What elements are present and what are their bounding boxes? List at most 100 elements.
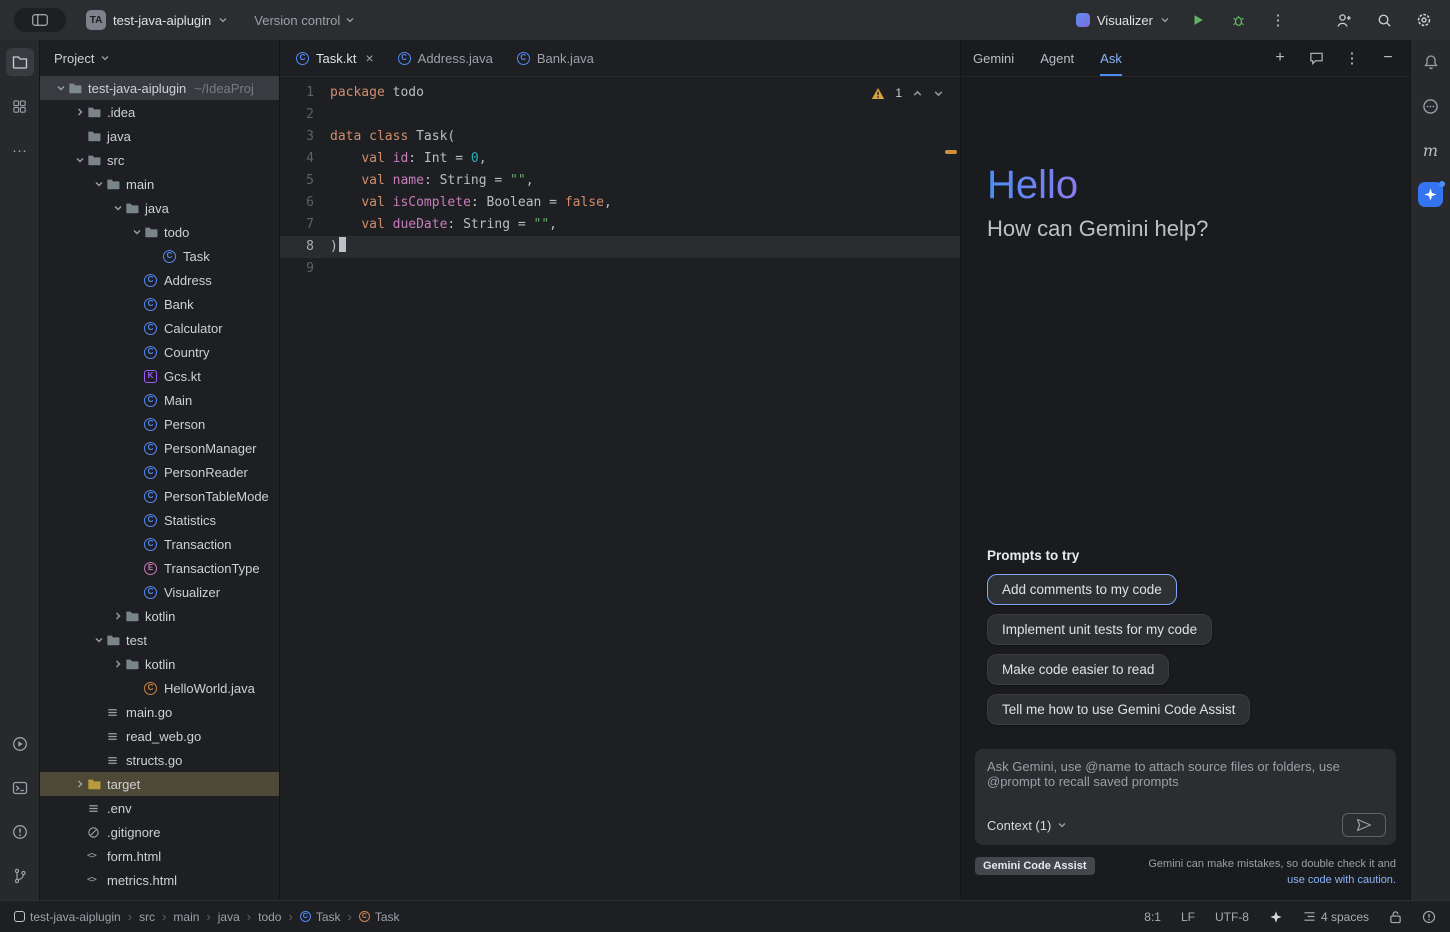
tree-item-statistics[interactable]: CStatistics (40, 508, 279, 532)
tree-item-read-web-go[interactable]: read_web.go (40, 724, 279, 748)
chevron-down-icon[interactable] (56, 83, 66, 93)
settings-button[interactable] (1412, 8, 1436, 32)
line-separator-widget[interactable]: LF (1181, 910, 1195, 924)
tree-item-gitignore[interactable]: .gitignore (40, 820, 279, 844)
hide-panel-button[interactable]: − (1378, 48, 1398, 68)
scrollbar-warning-marker[interactable] (945, 150, 957, 154)
prompt-chip-tell-me-how-to-use-gemini-code-assist[interactable]: Tell me how to use Gemini Code Assist (987, 694, 1250, 725)
run-config-selector[interactable]: Visualizer (1076, 13, 1170, 28)
gemini-tab-agent[interactable]: Agent (1040, 40, 1074, 76)
tree-item-visualizer[interactable]: CVisualizer (40, 580, 279, 604)
tool-services-button[interactable] (6, 730, 34, 758)
new-chat-button[interactable]: + (1270, 48, 1290, 68)
prompt-chip-add-comments-to-my-code[interactable]: Add comments to my code (987, 574, 1177, 605)
breadcrumb-src[interactable]: src (139, 910, 155, 924)
tree-item-env[interactable]: .env (40, 796, 279, 820)
tool-problems-button[interactable] (6, 818, 34, 846)
invite-user-button[interactable] (1332, 8, 1356, 32)
chevron-up-icon[interactable] (912, 88, 923, 99)
code-editor[interactable]: 1package todo23data class Task(4 val id:… (280, 77, 960, 900)
gemini-input[interactable] (975, 749, 1396, 805)
tree-item-gcs-kt[interactable]: KGcs.kt (40, 364, 279, 388)
chevron-down-icon[interactable] (94, 179, 104, 189)
problems-widget[interactable] (1422, 910, 1436, 924)
chevron-right-icon[interactable] (75, 779, 85, 789)
gemini-tab-ask[interactable]: Ask (1100, 40, 1122, 76)
disclaimer-link[interactable]: use code with caution. (1287, 874, 1396, 886)
ai-status-widget[interactable] (1269, 910, 1283, 924)
tree-item-kotlin[interactable]: kotlin (40, 652, 279, 676)
tree-item-personreader[interactable]: CPersonReader (40, 460, 279, 484)
tree-item-kotlin[interactable]: kotlin (40, 604, 279, 628)
chevron-down-icon[interactable] (100, 53, 110, 63)
editor-tab-address-java[interactable]: CAddress.java (386, 40, 505, 76)
tool-version-control-button[interactable] (6, 862, 34, 890)
breadcrumb-task[interactable]: CTask (300, 910, 341, 924)
tree-item-bank[interactable]: CBank (40, 292, 279, 316)
tree-item-structs-go[interactable]: structs.go (40, 748, 279, 772)
project-switcher[interactable]: TA test-java-aiplugin (80, 7, 234, 33)
tree-item-personmanager[interactable]: CPersonManager (40, 436, 279, 460)
debug-button[interactable] (1226, 8, 1250, 32)
tool-structure-button[interactable] (6, 92, 34, 120)
more-actions-button[interactable]: ⋮ (1266, 8, 1290, 32)
chevron-right-icon[interactable] (113, 611, 123, 621)
ai-chat-button[interactable] (1417, 92, 1445, 120)
tree-item-country[interactable]: CCountry (40, 340, 279, 364)
breadcrumb-task[interactable]: CTask (359, 910, 400, 924)
tree-item-target[interactable]: target (40, 772, 279, 796)
notifications-button[interactable] (1417, 48, 1445, 76)
chevron-right-icon[interactable] (75, 107, 85, 117)
tree-item-main[interactable]: main (40, 172, 279, 196)
chevron-down-icon[interactable] (94, 635, 104, 645)
main-menu-button[interactable] (14, 8, 66, 32)
editor-tab-task-kt[interactable]: CTask.kt× (284, 40, 386, 76)
chat-history-button[interactable] (1306, 48, 1326, 68)
caret-position-widget[interactable]: 8:1 (1144, 910, 1161, 924)
tree-item-metrics-html[interactable]: <>metrics.html (40, 868, 279, 892)
tool-project-button[interactable] (6, 48, 34, 76)
tree-item-transactiontype[interactable]: ETransactionType (40, 556, 279, 580)
run-button[interactable] (1186, 8, 1210, 32)
chevron-down-icon[interactable] (75, 155, 85, 165)
encoding-widget[interactable]: UTF-8 (1215, 910, 1249, 924)
mellum-button[interactable]: m (1417, 136, 1445, 164)
tree-item-calculator[interactable]: CCalculator (40, 316, 279, 340)
tree-item-person[interactable]: CPerson (40, 412, 279, 436)
tree-item-test[interactable]: test (40, 628, 279, 652)
tree-item-address[interactable]: CAddress (40, 268, 279, 292)
tree-item-main[interactable]: CMain (40, 388, 279, 412)
gemini-tool-button[interactable] (1417, 180, 1445, 208)
editor-tab-bank-java[interactable]: CBank.java (505, 40, 606, 76)
prompt-chip-make-code-easier-to-read[interactable]: Make code easier to read (987, 654, 1169, 685)
breadcrumb-java[interactable]: java (218, 910, 240, 924)
chevron-right-icon[interactable] (113, 659, 123, 669)
tool-more-button[interactable]: ··· (6, 136, 34, 164)
tree-item-java[interactable]: java (40, 196, 279, 220)
breadcrumb-main[interactable]: main (173, 910, 199, 924)
tree-item-idea[interactable]: .idea (40, 100, 279, 124)
breadcrumb-todo[interactable]: todo (258, 910, 281, 924)
version-control-menu[interactable]: Version control (248, 10, 361, 31)
tab-close-icon[interactable]: × (365, 50, 373, 66)
tree-item-src[interactable]: src (40, 148, 279, 172)
tree-item-task[interactable]: CTask (40, 244, 279, 268)
search-button[interactable] (1372, 8, 1396, 32)
gemini-tab-gemini[interactable]: Gemini (973, 40, 1014, 76)
chevron-down-icon[interactable] (933, 88, 944, 99)
readonly-widget[interactable] (1389, 910, 1402, 924)
tool-terminal-button[interactable] (6, 774, 34, 802)
tree-item-todo[interactable]: todo (40, 220, 279, 244)
context-selector[interactable]: Context (1) (987, 818, 1067, 833)
tree-item-test-java-aiplugin[interactable]: test-java-aiplugin~/IdeaProj (40, 76, 279, 100)
tree-item-main-go[interactable]: main.go (40, 700, 279, 724)
chevron-down-icon[interactable] (113, 203, 123, 213)
breadcrumb-test-java-aiplugin[interactable]: test-java-aiplugin (14, 910, 121, 924)
gemini-more-button[interactable]: ⋮ (1342, 48, 1362, 68)
chevron-down-icon[interactable] (132, 227, 142, 237)
tree-item-java[interactable]: java (40, 124, 279, 148)
inspection-widget[interactable]: 1 (871, 86, 944, 100)
tree-item-persontablemode[interactable]: CPersonTableMode (40, 484, 279, 508)
send-button[interactable] (1342, 813, 1386, 837)
indent-widget[interactable]: 4 spaces (1303, 910, 1369, 924)
